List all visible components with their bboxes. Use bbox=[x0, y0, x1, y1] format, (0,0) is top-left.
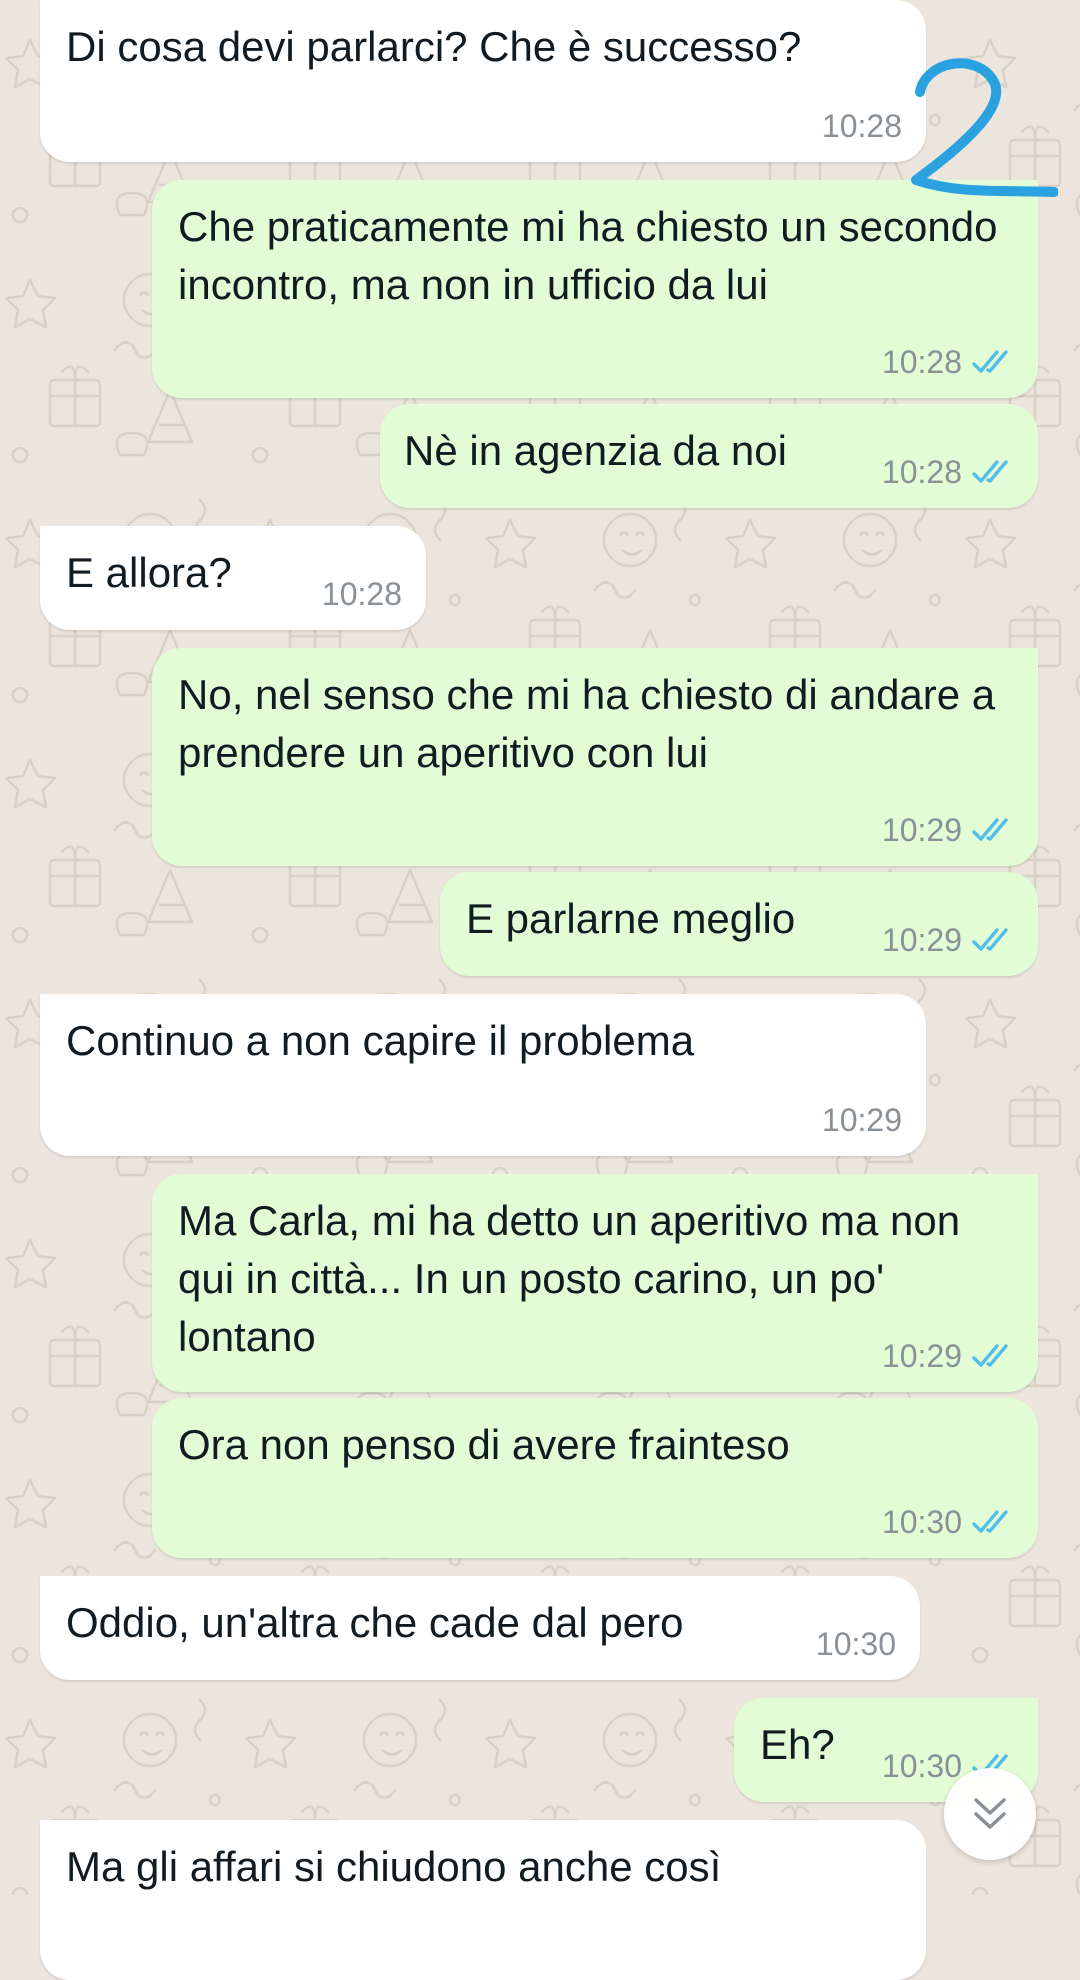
message-bubble-incoming[interactable]: E allora? 10:28 bbox=[40, 526, 426, 630]
message-bubble-outgoing[interactable]: Ora non penso di avere frainteso 10:30 bbox=[152, 1398, 1038, 1558]
message-meta: 10:29 bbox=[882, 1338, 1014, 1374]
message-text: E allora? bbox=[66, 549, 232, 596]
message-meta: 10:28 bbox=[882, 454, 1014, 490]
message-time: 10:28 bbox=[881, 344, 962, 380]
message-time: 10:30 bbox=[815, 1626, 896, 1662]
message-time: 10:28 bbox=[881, 454, 962, 490]
message-bubble-outgoing[interactable]: Che praticamente mi ha chiesto un second… bbox=[152, 180, 1038, 398]
message-time: 10:30 bbox=[881, 1504, 962, 1540]
message-time: 10:28 bbox=[321, 576, 402, 612]
message-bubble-incoming[interactable]: Continuo a non capire il problema 10:29 bbox=[40, 994, 926, 1156]
message-meta: 10:30 bbox=[816, 1626, 896, 1662]
message-bubble-incoming[interactable]: Di cosa devi parlarci? Che è successo? 1… bbox=[40, 0, 926, 162]
message-text: Ma gli affari si chiudono anche così bbox=[66, 1843, 722, 1890]
message-text: No, nel senso che mi ha chiesto di andar… bbox=[178, 671, 996, 776]
message-meta: 10:28 bbox=[822, 108, 902, 144]
message-meta: 10:30 bbox=[882, 1504, 1014, 1540]
message-time: 10:29 bbox=[881, 812, 962, 848]
message-text: Di cosa devi parlarci? Che è successo? bbox=[66, 23, 802, 70]
message-meta: 10:28 bbox=[322, 576, 402, 612]
message-text: Ora non penso di avere frainteso bbox=[178, 1421, 790, 1468]
message-text: Che praticamente mi ha chiesto un second… bbox=[178, 203, 998, 308]
message-time: 10:29 bbox=[881, 1338, 962, 1374]
message-text: Oddio, un'altra che cade dal pero bbox=[66, 1599, 684, 1646]
message-text: Continuo a non capire il problema bbox=[66, 1017, 695, 1064]
message-bubble-outgoing[interactable]: Nè in agenzia da noi 10:28 bbox=[380, 404, 1038, 508]
double-check-read-icon bbox=[972, 460, 1008, 483]
message-time: 10:29 bbox=[881, 922, 962, 958]
double-check-read-icon bbox=[972, 928, 1008, 951]
message-text: Eh? bbox=[760, 1721, 835, 1768]
message-meta: 10:29 bbox=[882, 812, 1014, 848]
message-meta: 10:29 bbox=[882, 922, 1014, 958]
message-text: Nè in agenzia da noi bbox=[404, 427, 787, 474]
message-bubble-outgoing[interactable]: E parlarne meglio 10:29 bbox=[440, 872, 1038, 976]
message-bubble-outgoing[interactable]: Ma Carla, mi ha detto un aperitivo ma no… bbox=[152, 1174, 1038, 1392]
double-check-read-icon bbox=[972, 1344, 1008, 1367]
message-bubble-incoming[interactable]: Ma gli affari si chiudono anche così bbox=[40, 1820, 926, 1980]
message-meta: 10:28 bbox=[882, 344, 1014, 380]
message-text: E parlarne meglio bbox=[466, 895, 796, 942]
double-chevron-down-icon bbox=[974, 1798, 1006, 1829]
message-bubble-outgoing[interactable]: No, nel senso che mi ha chiesto di andar… bbox=[152, 648, 1038, 866]
double-check-read-icon bbox=[972, 350, 1008, 373]
message-time: 10:30 bbox=[881, 1748, 962, 1784]
double-check-read-icon bbox=[972, 818, 1008, 841]
message-time: 10:29 bbox=[821, 1102, 902, 1138]
message-meta: 10:29 bbox=[822, 1102, 902, 1138]
message-time: 10:28 bbox=[821, 108, 902, 144]
scroll-to-bottom-button[interactable] bbox=[944, 1768, 1036, 1860]
double-check-read-icon bbox=[972, 1510, 1008, 1533]
conversation: Di cosa devi parlarci? Che è successo? 1… bbox=[0, 0, 1080, 1980]
message-bubble-incoming[interactable]: Oddio, un'altra che cade dal pero 10:30 bbox=[40, 1576, 920, 1680]
